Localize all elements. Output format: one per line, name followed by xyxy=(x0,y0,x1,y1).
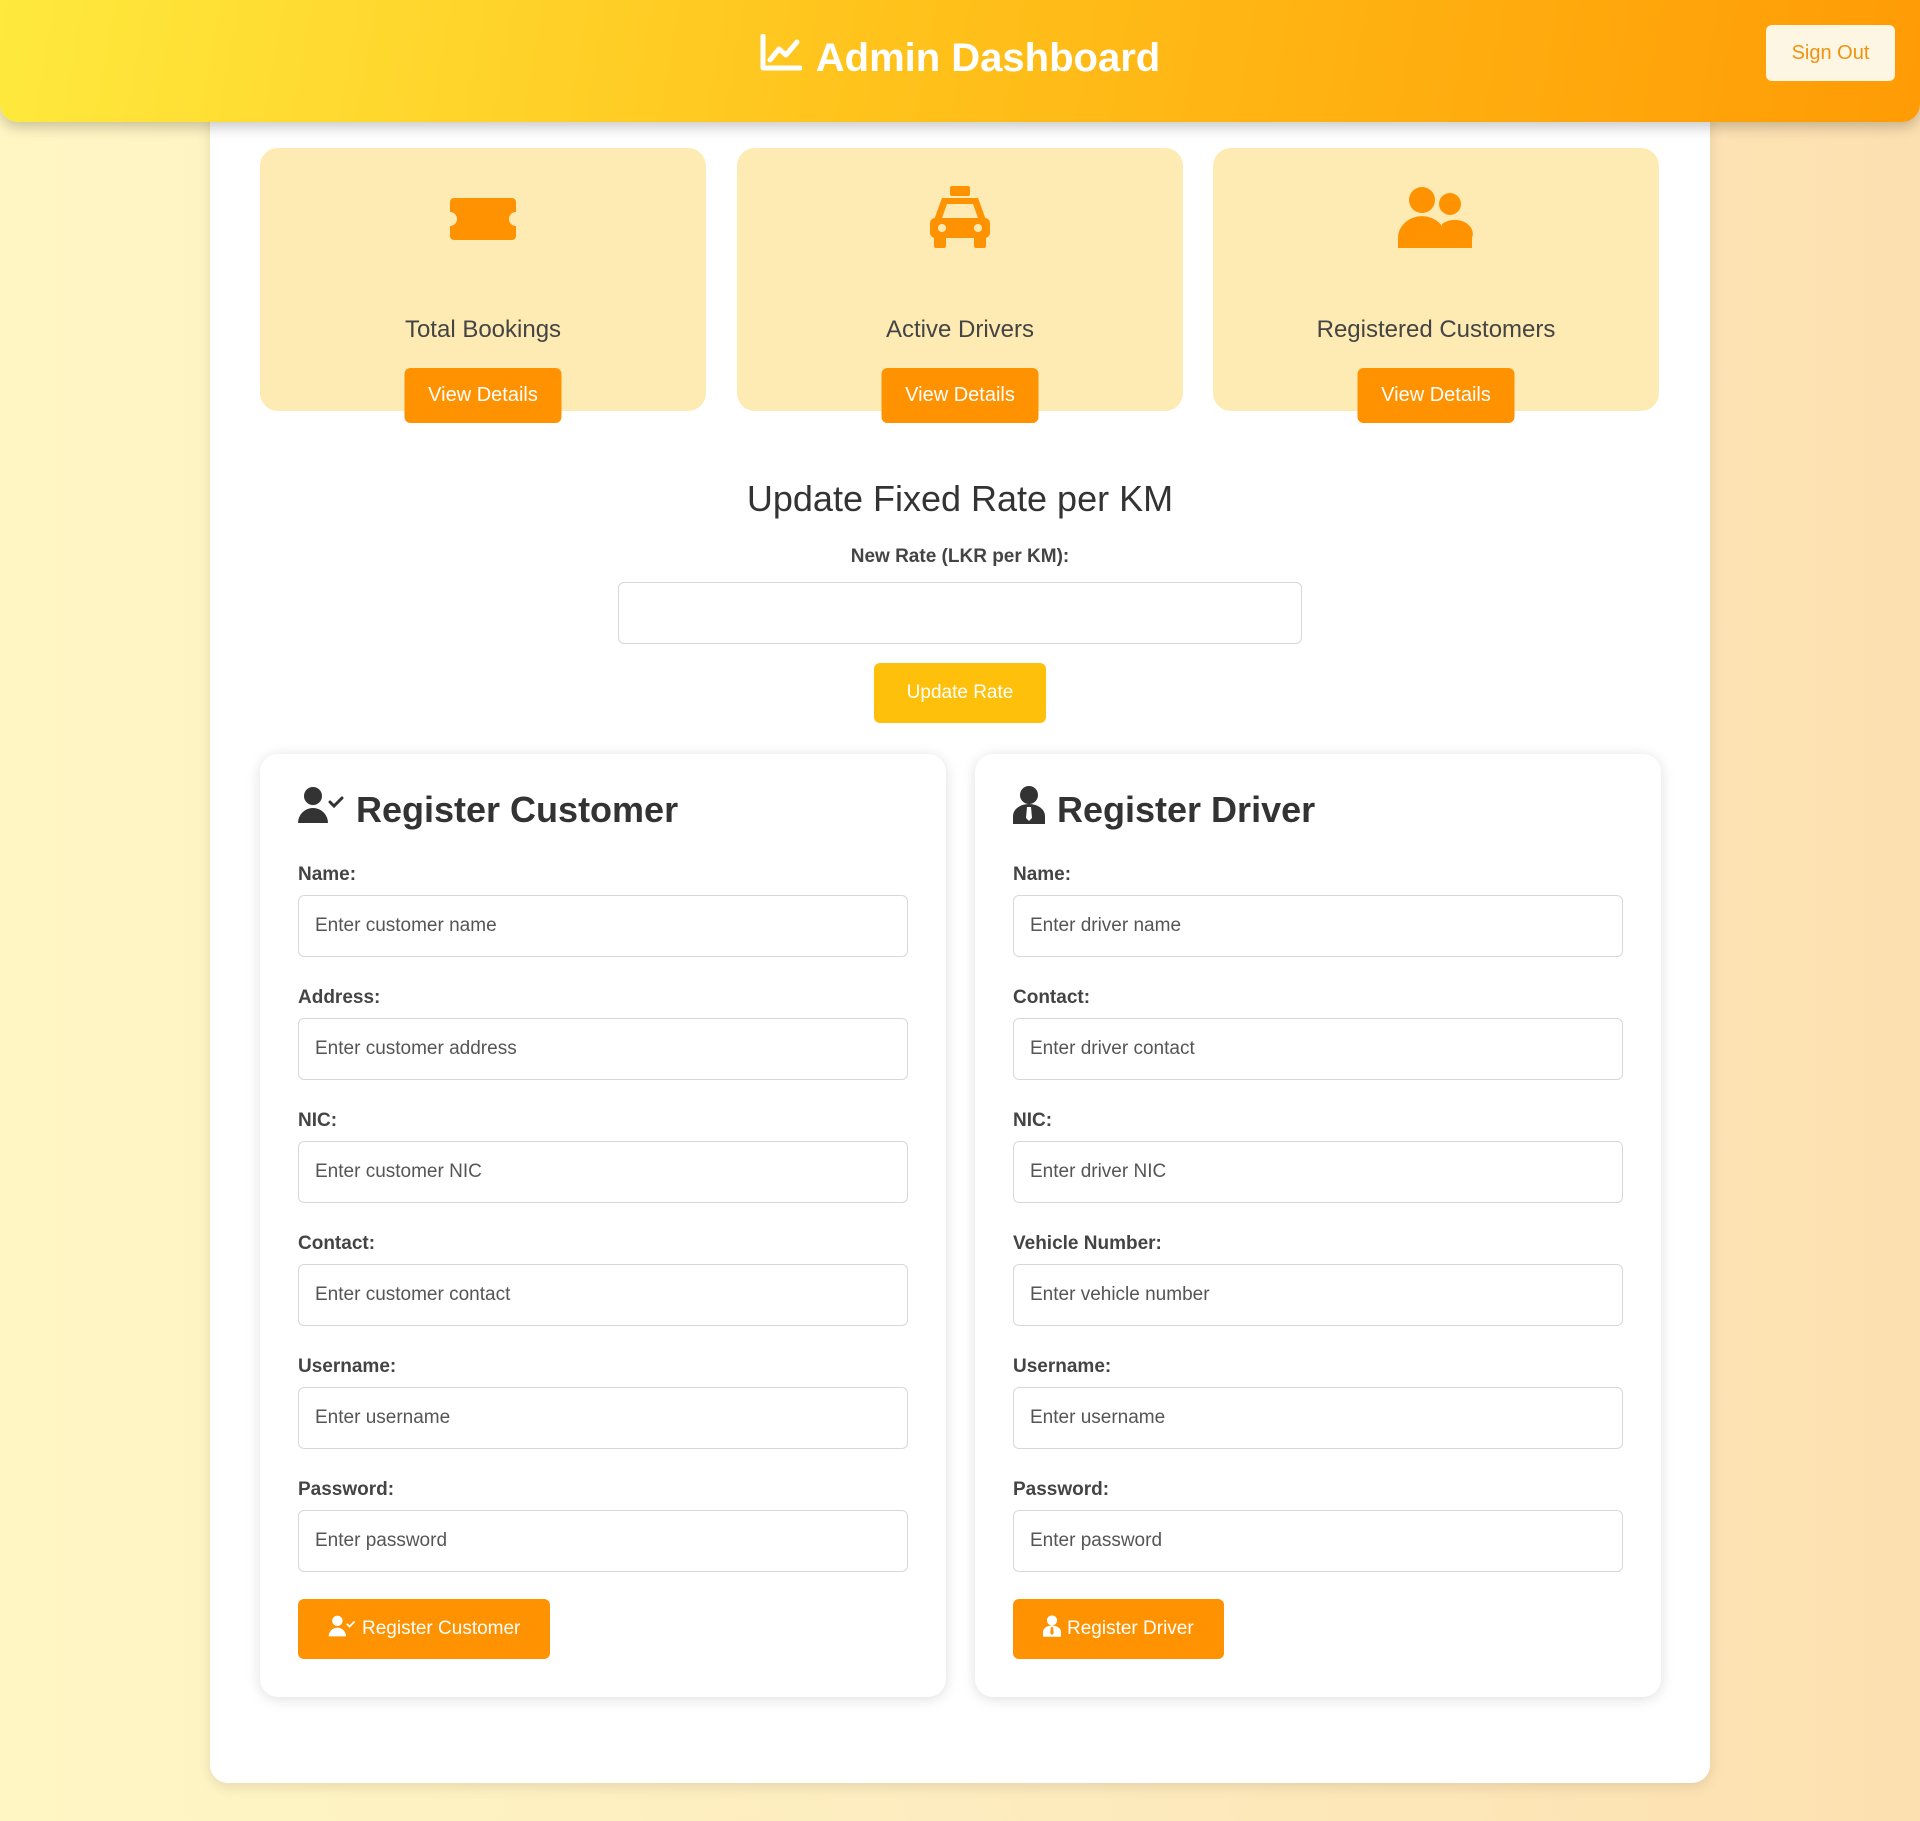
customer-address-label: Address: xyxy=(298,987,381,1008)
register-customer-button[interactable]: Register Customer xyxy=(298,1599,551,1659)
customer-password-input[interactable] xyxy=(298,1510,908,1572)
ticket-icon xyxy=(260,186,706,250)
stat-card-total-bookings: Total Bookings View Details xyxy=(260,148,706,423)
view-details-button[interactable]: View Details xyxy=(404,368,562,423)
stat-label: Active Drivers xyxy=(885,316,1035,343)
view-details-button[interactable]: View Details xyxy=(881,368,1039,423)
driver-username-input[interactable] xyxy=(1013,1387,1623,1449)
driver-name-label: Name: xyxy=(1013,864,1072,885)
users-icon xyxy=(1213,186,1659,250)
driver-contact-label: Contact: xyxy=(1013,987,1091,1008)
register-driver-card: Register Driver Name: Contact: NIC: Vehi… xyxy=(975,754,1661,1697)
user-tie-icon xyxy=(1013,786,1045,833)
stat-card-active-drivers: Active Drivers View Details xyxy=(737,148,1183,423)
update-rate-button[interactable]: Update Rate xyxy=(874,663,1046,723)
register-customer-heading: Register Customer xyxy=(298,786,678,833)
top-header: Admin Dashboard Sign Out xyxy=(0,0,1920,122)
user-check-icon xyxy=(298,786,344,833)
page-title: Admin Dashboard xyxy=(0,33,1920,82)
view-details-button[interactable]: View Details xyxy=(1357,368,1515,423)
main-panel: Total Bookings View Details Active Drive… xyxy=(210,100,1710,1783)
customer-username-label: Username: xyxy=(298,1356,397,1377)
stat-label: Total Bookings xyxy=(404,316,562,343)
customer-username-input[interactable] xyxy=(298,1387,908,1449)
rate-input-label: New Rate (LKR per KM): xyxy=(850,546,1070,567)
driver-nic-input[interactable] xyxy=(1013,1141,1623,1203)
register-customer-button-label: Register Customer xyxy=(362,1618,521,1639)
stat-card-registered-customers: Registered Customers View Details xyxy=(1213,148,1659,423)
rate-form-title: Update Fixed Rate per KM xyxy=(746,478,1174,519)
register-customer-card: Register Customer Name: Address: NIC: Co… xyxy=(260,754,946,1697)
register-driver-title: Register Driver xyxy=(1057,788,1316,830)
stat-label: Registered Customers xyxy=(1316,316,1556,343)
vehicle-number-input[interactable] xyxy=(1013,1264,1623,1326)
page-title-text: Admin Dashboard xyxy=(815,35,1161,80)
customer-password-label: Password: xyxy=(298,1479,395,1500)
customer-contact-input[interactable] xyxy=(298,1264,908,1326)
vehicle-number-label: Vehicle Number: xyxy=(1013,1233,1162,1254)
user-tie-icon xyxy=(1043,1615,1061,1643)
register-driver-button[interactable]: Register Driver xyxy=(1013,1599,1224,1659)
driver-contact-input[interactable] xyxy=(1013,1018,1623,1080)
register-driver-heading: Register Driver xyxy=(1013,786,1315,833)
customer-nic-input[interactable] xyxy=(298,1141,908,1203)
driver-password-label: Password: xyxy=(1013,1479,1110,1500)
customer-contact-label: Contact: xyxy=(298,1233,376,1254)
chart-line-icon xyxy=(760,33,803,82)
sign-out-button[interactable]: Sign Out xyxy=(1766,25,1895,81)
driver-username-label: Username: xyxy=(1013,1356,1112,1377)
driver-name-input[interactable] xyxy=(1013,895,1623,957)
customer-address-input[interactable] xyxy=(298,1018,908,1080)
customer-name-label: Name: xyxy=(298,864,357,885)
driver-password-input[interactable] xyxy=(1013,1510,1623,1572)
rate-input[interactable] xyxy=(618,582,1302,644)
register-driver-button-label: Register Driver xyxy=(1067,1618,1194,1639)
driver-nic-label: NIC: xyxy=(1013,1110,1053,1131)
taxi-icon xyxy=(737,186,1183,250)
register-customer-title: Register Customer xyxy=(356,788,679,830)
customer-nic-label: NIC: xyxy=(298,1110,338,1131)
user-check-icon xyxy=(328,1615,356,1643)
customer-name-input[interactable] xyxy=(298,895,908,957)
